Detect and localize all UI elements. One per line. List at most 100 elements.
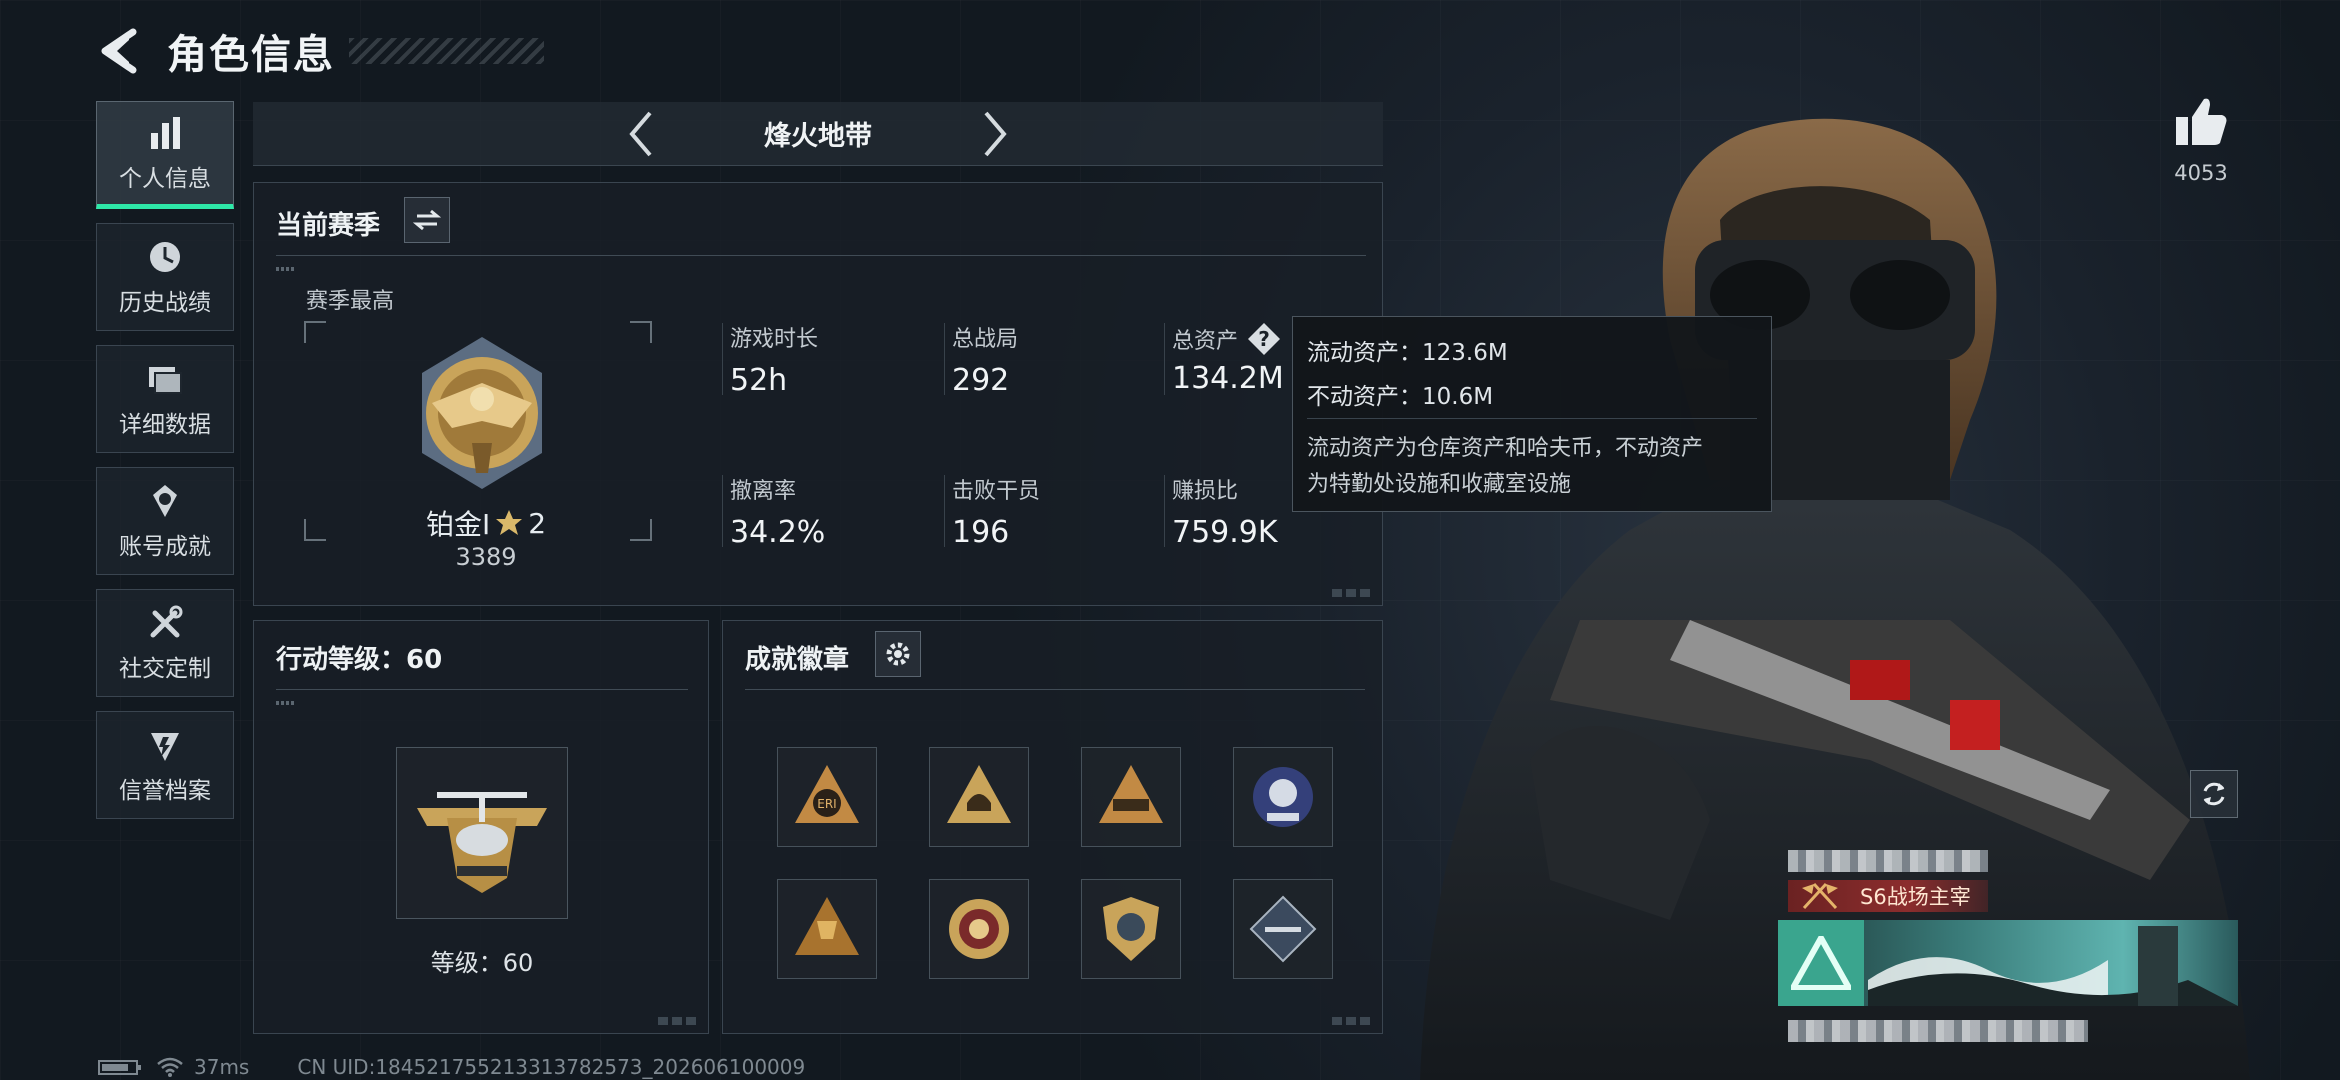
stat-value: 759.9K <box>1172 515 1278 550</box>
rank-line: 铂金Ⅰ 2 <box>416 503 556 543</box>
stat-separator <box>944 323 945 395</box>
mode-selector: 烽火地带 <box>253 102 1383 166</box>
credit-shield-icon <box>151 733 179 761</box>
swap-arrows-icon <box>413 209 441 231</box>
nav-item-credit-record[interactable]: 信誉档案 <box>96 711 234 819</box>
stat-value: 196 <box>952 515 1010 550</box>
rank-star-icon <box>496 510 523 535</box>
badges-divider <box>745 689 1365 690</box>
achievement-badges-panel: 成就徽章 ERI <box>722 620 1383 1034</box>
refresh-button[interactable] <box>2190 770 2238 818</box>
badge-eri-icon: ERI <box>795 765 859 823</box>
rank-score: 3389 <box>455 543 517 571</box>
tools-icon <box>150 605 183 638</box>
mode-title: 烽火地带 <box>764 121 872 152</box>
assets-tooltip: 流动资产：123.6M 不动资产：10.6M 流动资产为仓库资产和哈夫币，不动资… <box>1292 316 1772 512</box>
nav-item-personal-info[interactable]: 个人信息 <box>96 101 234 209</box>
stat-play-time: 游戏时长 52h <box>730 321 818 398</box>
level-divider <box>276 689 688 690</box>
badge-slot[interactable] <box>1233 747 1333 847</box>
nav-label: 历史战绩 <box>119 290 211 316</box>
badge-triangle-trophy-icon <box>795 897 859 955</box>
badge-diamond-rifle-icon <box>1249 895 1317 963</box>
nav-label: 信誉档案 <box>119 778 211 804</box>
nav-label: 账号成就 <box>119 534 211 560</box>
stat-value: 134.2M <box>1172 361 1284 396</box>
status-bar: 37ms CN UID:184521755213313782573_202606… <box>98 1054 805 1080</box>
wifi-icon <box>157 1057 183 1077</box>
stat-value: 34.2% <box>730 515 826 550</box>
player-title-tag: S6战场主宰 <box>1788 880 1988 912</box>
badge-slot[interactable] <box>929 747 1029 847</box>
nav-item-achievements[interactable]: 账号成就 <box>96 467 234 575</box>
banner-wave-art <box>1868 926 2238 1006</box>
like-widget[interactable]: 4053 <box>2166 95 2236 185</box>
level-caption: 等级：60 <box>430 949 534 977</box>
season-best-label: 赛季最高 <box>306 289 395 314</box>
tooltip-fixed-assets: 不动资产：10.6M <box>1307 375 1757 419</box>
badge-slot[interactable] <box>929 879 1029 979</box>
team-emblem <box>1778 920 1864 1006</box>
stat-separator <box>1164 475 1165 547</box>
badge-round-gold-icon <box>949 899 1009 959</box>
stat-separator <box>722 475 723 547</box>
previous-mode-arrow-icon[interactable] <box>624 109 658 159</box>
season-divider <box>276 255 1366 256</box>
folder-icon <box>149 367 182 394</box>
nav-item-history[interactable]: 历史战绩 <box>96 223 234 331</box>
badge-slot[interactable] <box>1081 747 1181 847</box>
stat-label: 总资产 <box>1172 329 1239 354</box>
rank-stars: 2 <box>528 506 547 540</box>
nav-item-detail-data[interactable]: 详细数据 <box>96 345 234 453</box>
title-decoration <box>349 38 544 64</box>
divider-decoration <box>276 701 296 705</box>
stat-separator <box>722 323 723 395</box>
crossed-flags-icon <box>1802 882 1838 910</box>
helicopter-level-emblem-icon <box>417 792 547 893</box>
stat-profit-loss-ratio: 赚损比 759.9K <box>1172 473 1278 550</box>
refresh-icon <box>2203 782 2225 806</box>
page-title: 角色信息 <box>167 32 335 78</box>
nav-item-social-custom[interactable]: 社交定制 <box>96 589 234 697</box>
like-count: 4053 <box>2174 161 2228 185</box>
badge-slot[interactable] <box>1233 879 1333 979</box>
blurred-player-name <box>1788 850 1988 872</box>
next-mode-arrow-icon[interactable] <box>978 109 1012 159</box>
player-banner <box>1778 920 2238 1006</box>
action-level-title: 行动等级：60 <box>276 645 443 675</box>
rank-name: 铂金Ⅰ <box>425 508 491 541</box>
action-level-panel: 行动等级：60 等级：60 <box>253 620 709 1034</box>
stat-label: 总战局 <box>952 327 1019 352</box>
side-nav: 个人信息 历史战绩 详细数据 账号成就 社交定制 信誉档案 <box>96 101 234 833</box>
stat-label: 撤离率 <box>730 479 797 504</box>
player-uid: CN UID:184521755213313782573_20260610000… <box>297 1055 806 1079</box>
help-question-icon[interactable]: ? <box>1246 321 1282 357</box>
back-arrow-icon[interactable] <box>95 26 145 76</box>
badge-round-blue-icon <box>1253 767 1313 827</box>
badge-slot[interactable] <box>777 879 877 979</box>
season-panel: 当前赛季 赛季最高 铂金Ⅰ 2 3389 游戏时长 52h 总战局 292 总资… <box>253 182 1383 606</box>
tooltip-liquid-assets: 流动资产：123.6M <box>1307 340 1508 366</box>
svg-text:?: ? <box>1258 327 1270 351</box>
stat-label: 赚损比 <box>1172 479 1239 504</box>
achievement-medal-icon <box>153 485 177 517</box>
stat-total-matches: 总战局 292 <box>952 321 1018 398</box>
badge-slot[interactable] <box>1081 879 1181 979</box>
page-header: 角色信息 <box>95 18 544 84</box>
badge-shield-gold-icon <box>1103 897 1159 961</box>
tooltip-note: 流动资产为仓库资产和哈夫币，不动资产 为特勤处设施和收藏室设施 <box>1307 431 1757 503</box>
stat-value: 292 <box>952 363 1010 398</box>
badge-triangle-vehicle-icon <box>1099 765 1163 823</box>
badges-title: 成就徽章 <box>745 645 850 675</box>
season-title: 当前赛季 <box>276 211 381 241</box>
ping-value: 37ms <box>194 1055 250 1079</box>
triangle-emblem-icon <box>1791 936 1851 990</box>
season-switch-button[interactable] <box>404 197 450 243</box>
badge-slot[interactable]: ERI <box>777 747 877 847</box>
nav-label: 个人信息 <box>119 166 211 192</box>
level-emblem-frame <box>396 747 568 919</box>
badges-settings-button[interactable] <box>875 631 921 677</box>
stat-separator <box>1164 323 1165 395</box>
stat-total-assets: 总资产 ? 134.2M <box>1172 321 1284 396</box>
panel-corner-decoration <box>658 1017 698 1025</box>
